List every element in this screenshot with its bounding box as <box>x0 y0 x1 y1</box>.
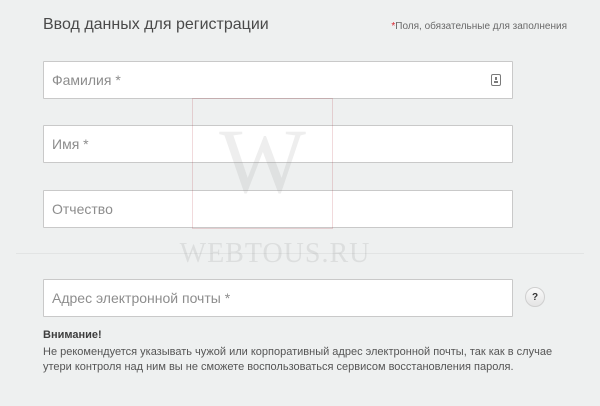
name-input[interactable] <box>44 126 512 162</box>
name-field[interactable] <box>43 125 513 163</box>
contact-card-icon[interactable] <box>491 74 501 86</box>
required-fields-note: *Поля, обязательные для заполнения <box>391 21 567 32</box>
help-button[interactable]: ? <box>525 287 545 307</box>
surname-field[interactable] <box>43 61 513 99</box>
email-input[interactable] <box>44 280 512 316</box>
required-note-text: Поля, обязательные для заполнения <box>395 21 567 32</box>
email-field[interactable] <box>43 279 513 317</box>
patronymic-field[interactable] <box>43 190 513 228</box>
form-title: Ввод данных для регистрации <box>43 16 269 33</box>
section-divider <box>16 253 584 254</box>
warning-text: Не рекомендуется указывать чужой или кор… <box>43 346 553 373</box>
surname-input[interactable] <box>44 62 512 98</box>
question-mark-icon: ? <box>531 291 539 303</box>
patronymic-input[interactable] <box>44 191 512 227</box>
watermark-text: WEBTOUS.RU <box>179 238 371 269</box>
warning-title: Внимание! <box>43 329 102 341</box>
